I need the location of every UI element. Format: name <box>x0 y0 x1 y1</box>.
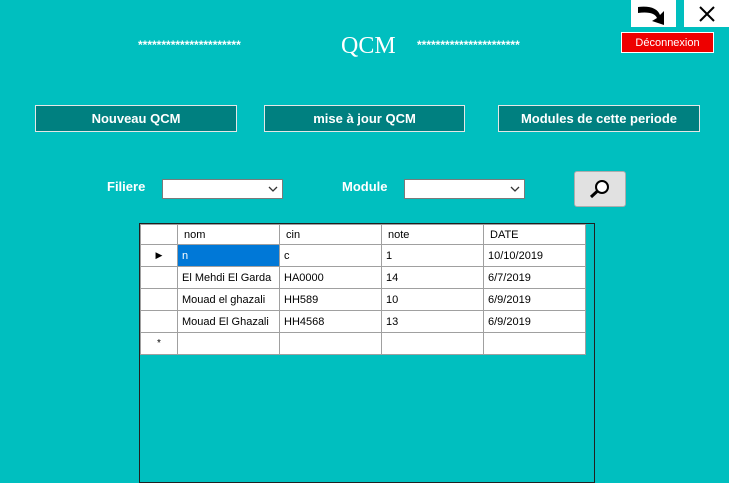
table-row[interactable]: El Mehdi El Garda HA0000 14 6/7/2019 <box>140 266 586 289</box>
results-grid[interactable]: nom cin note DATE ▶ n c 1 10/10/2019 El … <box>139 223 595 483</box>
table-cell[interactable]: 6/9/2019 <box>483 310 586 333</box>
table-cell[interactable]: 6/7/2019 <box>483 266 586 289</box>
modules-period-button[interactable]: Modules de cette periode <box>498 105 700 132</box>
filiere-select[interactable] <box>162 179 283 199</box>
page-title: QCM <box>341 33 396 59</box>
magnifier-icon <box>589 180 609 199</box>
table-header-row: nom cin note DATE <box>140 224 586 245</box>
chevron-down-icon <box>268 186 278 192</box>
table-cell[interactable]: c <box>279 244 382 267</box>
table-cell[interactable]: 13 <box>381 310 484 333</box>
close-button[interactable] <box>684 0 729 27</box>
new-row[interactable]: * <box>140 332 586 355</box>
table-cell[interactable] <box>177 332 280 355</box>
column-header-cin[interactable]: cin <box>279 224 382 245</box>
module-select[interactable] <box>404 179 525 199</box>
filiere-label: Filiere <box>107 179 146 194</box>
row-header[interactable] <box>140 266 178 289</box>
table-row[interactable]: Mouad El Ghazali HH4568 13 6/9/2019 <box>140 310 586 333</box>
table-cell[interactable] <box>381 332 484 355</box>
logout-button[interactable]: Déconnexion <box>621 32 714 53</box>
back-button[interactable] <box>631 0 676 27</box>
table-cell[interactable]: Mouad El Ghazali <box>177 310 280 333</box>
row-header[interactable] <box>140 288 178 311</box>
current-row-marker[interactable]: ▶ <box>140 244 178 267</box>
row-header-corner <box>140 224 178 245</box>
new-qcm-button[interactable]: Nouveau QCM <box>35 105 237 132</box>
table-cell[interactable]: 1 <box>381 244 484 267</box>
close-icon <box>698 5 715 22</box>
module-label: Module <box>342 179 388 194</box>
table-cell[interactable]: n <box>177 244 280 267</box>
results-table: nom cin note DATE ▶ n c 1 10/10/2019 El … <box>140 224 586 355</box>
table-cell[interactable]: 10/10/2019 <box>483 244 586 267</box>
table-cell[interactable]: El Mehdi El Garda <box>177 266 280 289</box>
table-cell[interactable]: HH589 <box>279 288 382 311</box>
table-row[interactable]: ▶ n c 1 10/10/2019 <box>140 244 586 267</box>
column-header-note[interactable]: note <box>381 224 484 245</box>
row-header[interactable] <box>140 310 178 333</box>
search-button[interactable] <box>574 171 626 207</box>
table-cell[interactable] <box>483 332 586 355</box>
title-decoration-left: ********************** <box>138 38 241 52</box>
column-header-nom[interactable]: nom <box>177 224 280 245</box>
arrow-curved-down-icon <box>637 6 664 25</box>
update-qcm-button[interactable]: mise à jour QCM <box>264 105 465 132</box>
table-cell[interactable] <box>279 332 382 355</box>
table-cell[interactable]: 6/9/2019 <box>483 288 586 311</box>
chevron-down-icon <box>510 186 520 192</box>
table-row[interactable]: Mouad el ghazali HH589 10 6/9/2019 <box>140 288 586 311</box>
column-header-date[interactable]: DATE <box>483 224 586 245</box>
table-cell[interactable]: 10 <box>381 288 484 311</box>
table-cell[interactable]: HA0000 <box>279 266 382 289</box>
new-row-marker[interactable]: * <box>140 332 178 355</box>
table-cell[interactable]: Mouad el ghazali <box>177 288 280 311</box>
table-cell[interactable]: HH4568 <box>279 310 382 333</box>
table-cell[interactable]: 14 <box>381 266 484 289</box>
title-decoration-right: ********************** <box>417 38 520 52</box>
